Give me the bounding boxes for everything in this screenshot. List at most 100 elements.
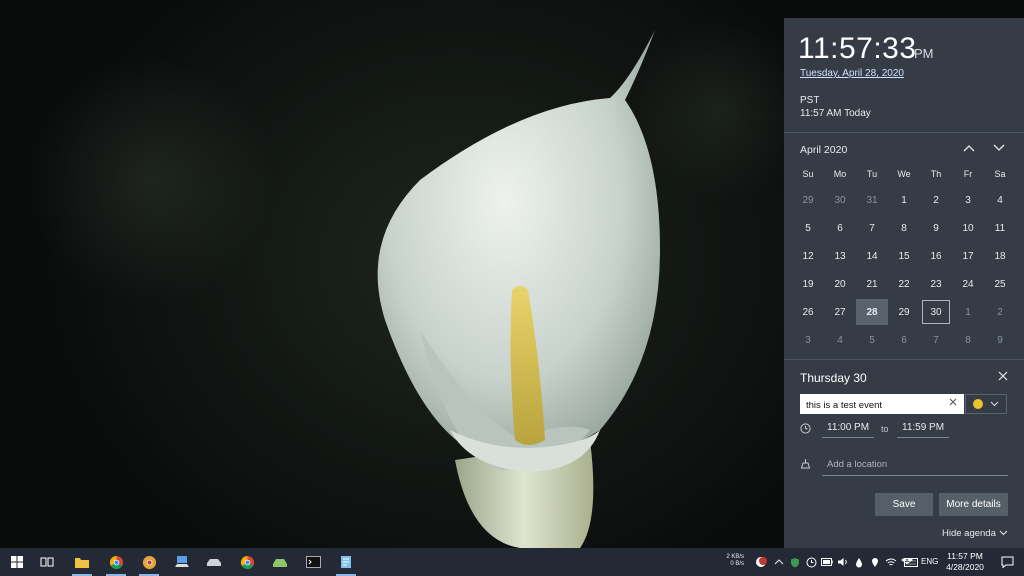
- taskbar-chrome-2[interactable]: [231, 548, 263, 576]
- previous-month-button[interactable]: [960, 140, 978, 156]
- calendar-day[interactable]: 15: [888, 242, 920, 270]
- calendar-day[interactable]: 7: [920, 326, 952, 354]
- volume-icon: [838, 558, 847, 566]
- calendar-day[interactable]: 5: [792, 214, 824, 242]
- taskbar-notepad[interactable]: [330, 548, 362, 576]
- calendar-day[interactable]: 3: [952, 186, 984, 214]
- calendar-day[interactable]: 8: [888, 214, 920, 242]
- end-time-picker[interactable]: 11:59 PM: [897, 422, 950, 438]
- taskbar-terminal[interactable]: [297, 548, 329, 576]
- tray-volume[interactable]: [835, 548, 851, 576]
- taskbar-chrome[interactable]: [100, 548, 132, 576]
- show-hidden-icons-button[interactable]: [771, 548, 787, 576]
- chevron-down-icon: [993, 144, 1005, 151]
- action-center-button[interactable]: [994, 548, 1020, 576]
- calendar-day[interactable]: 29: [888, 298, 920, 326]
- keyboard-icon: [904, 557, 918, 567]
- taskbar-app-network[interactable]: [166, 548, 198, 576]
- taskbar-clock-time: 11:57 PM: [947, 551, 983, 561]
- calendar-day[interactable]: 21: [856, 270, 888, 298]
- calendar-day[interactable]: 1: [888, 186, 920, 214]
- calendar-day[interactable]: 5: [856, 326, 888, 354]
- taskbar-chrome-canary[interactable]: [133, 548, 165, 576]
- calendar-day[interactable]: 14: [856, 242, 888, 270]
- chrome-icon: [240, 555, 254, 569]
- calendar-day[interactable]: 18: [984, 242, 1016, 270]
- drive-icon: [207, 559, 221, 566]
- tray-keyboard[interactable]: [901, 548, 921, 576]
- calendar-day[interactable]: 2: [984, 298, 1016, 326]
- calendar-day[interactable]: 19: [792, 270, 824, 298]
- calendar-day-today[interactable]: 28: [856, 299, 888, 325]
- tray-app-moon[interactable]: [752, 548, 770, 576]
- taskbar-app-storage[interactable]: [264, 548, 296, 576]
- folder-icon: [75, 557, 89, 568]
- calendar-day[interactable]: 20: [824, 270, 856, 298]
- calendar-day[interactable]: 1: [952, 298, 984, 326]
- calendar-day[interactable]: 12: [792, 242, 824, 270]
- tray-droplet[interactable]: [851, 548, 867, 576]
- calendar-day[interactable]: 2: [920, 186, 952, 214]
- taskbar-app-drive[interactable]: [198, 548, 230, 576]
- calendar-day[interactable]: 24: [952, 270, 984, 298]
- divider: [784, 132, 1024, 133]
- save-button[interactable]: Save: [875, 493, 933, 516]
- calendar-day[interactable]: 22: [888, 270, 920, 298]
- calendar-day[interactable]: 17: [952, 242, 984, 270]
- calendar-day[interactable]: 13: [824, 242, 856, 270]
- tray-security[interactable]: [787, 548, 803, 576]
- calendar-day[interactable]: 4: [824, 326, 856, 354]
- calendar-day[interactable]: 27: [824, 298, 856, 326]
- network-speed-meter: 2 KB/s 0 B/s: [722, 554, 744, 568]
- network-upload-speed: 2 KB/s: [726, 554, 744, 560]
- calendar-day-selected[interactable]: 30: [920, 298, 952, 326]
- tray-location[interactable]: [867, 548, 883, 576]
- calendar-day[interactable]: 8: [952, 326, 984, 354]
- event-color-swatch: [972, 399, 983, 409]
- more-details-button[interactable]: More details: [939, 493, 1008, 516]
- start-time-picker[interactable]: 11:00 PM: [822, 422, 875, 438]
- month-label[interactable]: April 2020: [800, 144, 847, 156]
- taskbar-clock[interactable]: 11:57 PM 4/28/2020: [940, 551, 990, 573]
- calendar-day[interactable]: 25: [984, 270, 1016, 298]
- event-color-dropdown[interactable]: [965, 394, 1007, 414]
- calendar-day[interactable]: 10: [952, 214, 984, 242]
- next-month-button[interactable]: [990, 140, 1008, 156]
- calendar-day[interactable]: 29: [792, 186, 824, 214]
- calendar-day[interactable]: 9: [920, 214, 952, 242]
- calendar-day[interactable]: 26: [792, 298, 824, 326]
- weekday-label: Th: [930, 169, 942, 179]
- calendar-day[interactable]: 7: [856, 214, 888, 242]
- agenda-close-button[interactable]: [998, 370, 1008, 384]
- network-download-speed: 0 B/s: [730, 561, 744, 567]
- calendar-day[interactable]: 6: [824, 214, 856, 242]
- task-view-button[interactable]: [34, 548, 60, 576]
- to-label: to: [881, 424, 889, 434]
- taskbar: 2 KB/s 0 B/s ENG 11:57 PM 4/28/2020: [0, 548, 1024, 576]
- tray-app-sync[interactable]: [803, 548, 819, 576]
- timezone-time: 11:57 AM Today: [800, 108, 871, 119]
- calendar-day[interactable]: 30: [824, 186, 856, 214]
- location-input[interactable]: Add a location: [822, 459, 1008, 476]
- calendar-day[interactable]: 3: [792, 326, 824, 354]
- tray-wifi[interactable]: [883, 548, 899, 576]
- clear-input-button[interactable]: [949, 397, 957, 409]
- clock-calendar-flyout: 11:57:33 PM Tuesday, April 28, 2020 PST …: [784, 18, 1024, 548]
- calendar-day[interactable]: 6: [888, 326, 920, 354]
- task-view-icon: [40, 557, 54, 567]
- hide-agenda-button[interactable]: Hide agenda: [942, 528, 1008, 539]
- calendar-day[interactable]: 9: [984, 326, 1016, 354]
- calendar-day[interactable]: 4: [984, 186, 1016, 214]
- calendar-day[interactable]: 16: [920, 242, 952, 270]
- calendar-day[interactable]: 31: [856, 186, 888, 214]
- clock-date-link[interactable]: Tuesday, April 28, 2020: [800, 68, 904, 79]
- battery-icon: [821, 558, 833, 566]
- language-indicator[interactable]: ENG: [921, 557, 938, 566]
- taskbar-file-explorer[interactable]: [66, 548, 98, 576]
- event-name-input[interactable]: [801, 396, 941, 415]
- start-button[interactable]: [4, 548, 30, 576]
- terminal-icon: [305, 556, 321, 568]
- tray-battery[interactable]: [819, 548, 835, 576]
- calendar-day[interactable]: 23: [920, 270, 952, 298]
- calendar-day[interactable]: 11: [984, 214, 1016, 242]
